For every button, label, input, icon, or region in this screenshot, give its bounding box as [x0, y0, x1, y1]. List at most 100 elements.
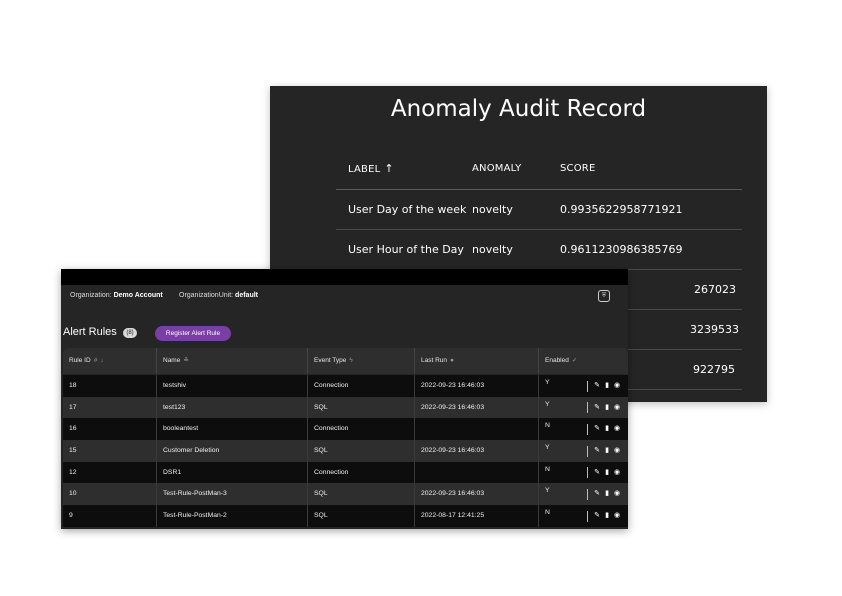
column-header-last-run[interactable]: Last Run ●	[414, 348, 538, 374]
cell-rule-id: 17	[69, 403, 77, 411]
row-actions: ✎ ▮ ◉	[587, 510, 622, 522]
organization-unit-info[interactable]: OrganizationUnit: default	[179, 292, 258, 299]
column-header-score[interactable]: SCORE	[560, 149, 595, 189]
edit-icon[interactable]: ✎	[592, 511, 602, 521]
alert-rules-panel: Organization: Demo Account OrganizationU…	[61, 269, 628, 529]
edit-icon[interactable]: ✎	[592, 446, 602, 456]
edit-icon[interactable]: ✎	[592, 381, 602, 391]
cell-rule-id: 10	[69, 490, 77, 498]
column-header-name[interactable]: Name ≛	[156, 348, 307, 374]
row-actions: ✎ ▮ ◉	[587, 423, 622, 435]
page-title: Alert Rules	[63, 326, 117, 338]
cell-last-run	[414, 418, 538, 441]
lightning-icon: ϟ	[349, 357, 353, 364]
cell-event-type: Connection	[307, 418, 414, 441]
divider	[587, 402, 588, 414]
organization-bar: Organization: Demo Account OrganizationU…	[61, 285, 628, 310]
text-icon: ≛	[183, 357, 189, 364]
alert-rules-header: Alert Rules (8) Register Alert Rule	[63, 324, 363, 344]
cell-name: test123	[156, 396, 307, 419]
table-row[interactable]: 16 booleantest Connection N ✎ ▮ ◉	[63, 418, 628, 441]
divider	[587, 488, 588, 500]
trash-icon[interactable]: ▮	[602, 446, 612, 456]
cell-last-run: 2022-09-23 16:46:03	[414, 375, 538, 397]
eye-icon[interactable]: ◉	[612, 489, 622, 499]
edit-icon[interactable]: ✎	[592, 489, 602, 499]
trash-icon[interactable]: ▮	[602, 468, 612, 478]
count-badge: (8)	[123, 328, 137, 338]
eye-icon[interactable]: ◉	[612, 424, 622, 434]
cell-event-type: SQL	[307, 483, 414, 506]
eye-icon[interactable]: ◉	[612, 468, 622, 478]
column-header-enabled[interactable]: Enabled ✓	[538, 348, 586, 374]
cell-event-type: SQL	[307, 396, 414, 419]
table-row[interactable]: 9 Test-Rule-PostMan-2 SQL 2022-08-17 12:…	[63, 505, 628, 527]
arrow-down-icon[interactable]: ↓	[100, 357, 103, 364]
eye-icon[interactable]: ◉	[612, 403, 622, 413]
table-row[interactable]: 18 testshiv Connection 2022-09-23 16:46:…	[63, 375, 628, 397]
row-actions: ✎ ▮ ◉	[587, 402, 622, 414]
trash-icon[interactable]: ▮	[602, 403, 612, 413]
cell-last-run: 2022-08-17 12:41:25	[414, 505, 538, 527]
audit-title: Anomaly Audit Record	[390, 96, 647, 122]
trash-icon[interactable]: ▮	[602, 511, 612, 521]
cell-enabled: N	[538, 418, 586, 441]
cell-name: booleantest	[156, 418, 307, 441]
table-row[interactable]: 10 Test-Rule-PostMan-3 SQL 2022-09-23 16…	[63, 483, 628, 506]
divider	[587, 380, 588, 392]
row-actions: ✎ ▮ ◉	[587, 488, 622, 500]
edit-icon[interactable]: ✎	[592, 403, 602, 413]
edit-icon[interactable]: ✎	[592, 424, 602, 434]
cell-event-type: Connection	[307, 461, 414, 484]
audit-score: 922795	[693, 363, 735, 376]
column-header-event-type[interactable]: Event Type ϟ	[307, 348, 414, 374]
audit-row: User Hour of the Day novelty 0.961123098…	[336, 230, 742, 270]
audit-label: User Hour of the Day	[348, 243, 464, 256]
cell-enabled: N	[538, 461, 586, 484]
column-header-anomaly[interactable]: ANOMALY	[472, 149, 521, 189]
audit-anomaly: novelty	[472, 243, 513, 256]
cell-name: Customer Deletion	[156, 440, 307, 462]
organization-info[interactable]: Organization: Demo Account	[70, 292, 163, 299]
cell-last-run: 2022-09-23 16:46:03	[414, 483, 538, 506]
eye-icon[interactable]: ◉	[612, 446, 622, 456]
divider	[587, 445, 588, 457]
column-header-label[interactable]: LABEL ↑	[348, 149, 394, 190]
register-alert-rule-button[interactable]: Register Alert Rule	[155, 326, 231, 341]
rules-table-header: Rule ID # ↓ Name ≛ Event Type ϟ Last Run ● En…	[63, 348, 628, 374]
column-header-rule-id[interactable]: Rule ID # ↓	[63, 348, 156, 374]
cell-rule-id: 12	[69, 468, 77, 476]
divider	[587, 510, 588, 522]
trash-icon[interactable]: ▮	[602, 381, 612, 391]
edit-icon[interactable]: ✎	[592, 468, 602, 478]
cell-last-run: 2022-09-23 16:46:03	[414, 396, 538, 419]
cell-name: Test-Rule-PostMan-3	[156, 483, 307, 506]
cell-rule-id: 9	[69, 512, 73, 520]
cell-rule-id: 18	[69, 382, 77, 389]
eye-icon[interactable]: ◉	[612, 381, 622, 391]
cell-name: Test-Rule-PostMan-2	[156, 505, 307, 527]
table-row[interactable]: 17 test123 SQL 2022-09-23 16:46:03 Y ✎ ▮ ◉	[63, 396, 628, 419]
audit-score: 0.9935622958771921	[560, 203, 683, 216]
shield-icon[interactable]: ⛨	[598, 290, 610, 302]
divider	[587, 423, 588, 435]
cell-event-type: SQL	[307, 440, 414, 462]
audit-score: 267023	[694, 283, 736, 296]
eye-icon[interactable]: ◉	[612, 511, 622, 521]
cell-enabled: Y	[538, 396, 586, 419]
top-bar	[61, 269, 628, 285]
table-row[interactable]: 15 Customer Deletion SQL 2022-09-23 16:4…	[63, 440, 628, 462]
trash-icon[interactable]: ▮	[602, 424, 612, 434]
table-row[interactable]: 12 DSR1 Connection N ✎ ▮ ◉	[63, 461, 628, 484]
row-actions: ✎ ▮ ◉	[587, 380, 622, 392]
audit-score: 3239533	[690, 323, 739, 336]
cell-enabled: Y	[538, 440, 586, 462]
audit-anomaly: novelty	[472, 203, 513, 216]
hash-icon: #	[93, 357, 98, 364]
cell-last-run: 2022-09-23 16:46:03	[414, 440, 538, 462]
audit-table-header: LABEL ↑ ANOMALY SCORE	[336, 149, 742, 190]
arrow-up-icon[interactable]: ↑	[384, 149, 393, 189]
audit-score: 0.9611230986385769	[560, 243, 683, 256]
cell-rule-id: 16	[69, 425, 77, 433]
trash-icon[interactable]: ▮	[602, 489, 612, 499]
